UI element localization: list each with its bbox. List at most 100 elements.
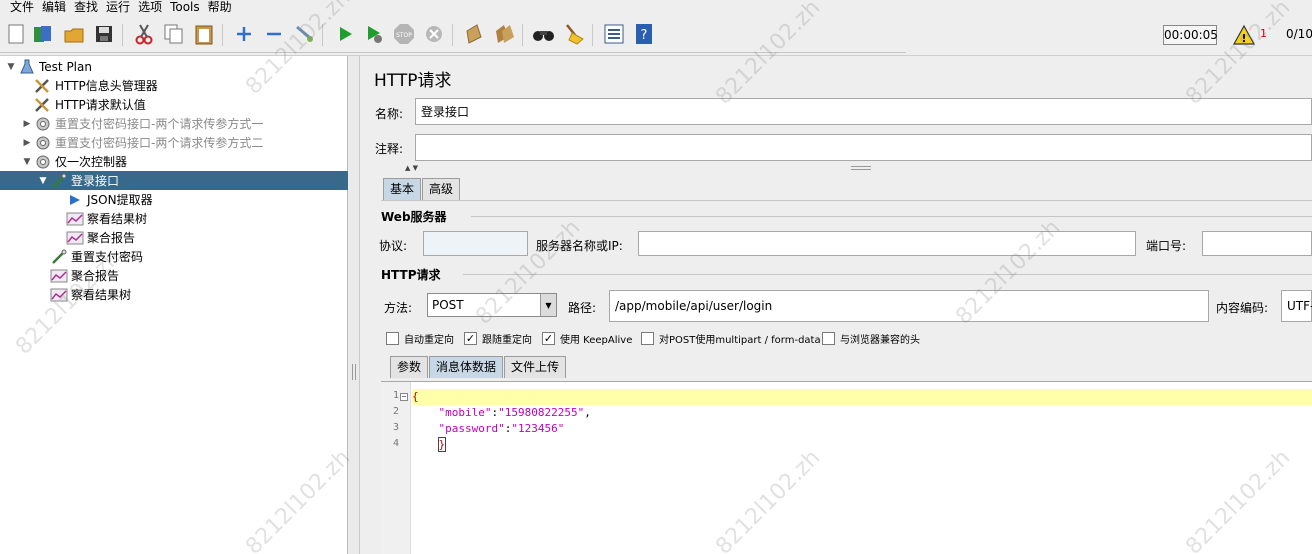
close-brace: } bbox=[437, 437, 447, 452]
divider-grip[interactable] bbox=[851, 166, 871, 170]
checkbox-box[interactable]: ✓ bbox=[464, 332, 477, 345]
method-select[interactable]: POST ▼ bbox=[427, 293, 557, 317]
tree-item[interactable]: 聚合报告 bbox=[0, 266, 348, 285]
tree-item[interactable]: 察看结果树 bbox=[0, 285, 348, 304]
tree-item[interactable]: 察看结果树 bbox=[0, 209, 348, 228]
code-line-4: } bbox=[412, 437, 1312, 453]
tree-item[interactable]: ▼ 登录接口 bbox=[0, 171, 348, 190]
templates-icon[interactable] bbox=[31, 22, 55, 46]
copy-icon[interactable] bbox=[162, 22, 186, 46]
cut-icon[interactable] bbox=[132, 22, 156, 46]
tree-toggle-icon[interactable]: ▶ bbox=[22, 119, 32, 129]
sampler-icon bbox=[50, 249, 68, 265]
menu-options[interactable]: 选项 bbox=[138, 0, 162, 14]
help-icon[interactable]: ? bbox=[632, 22, 656, 46]
elapsed-timer: 00:00:05 bbox=[1163, 25, 1218, 45]
save-icon[interactable] bbox=[92, 22, 116, 46]
collapse-icon[interactable] bbox=[262, 22, 286, 46]
tree-item[interactable]: HTTP请求默认值 bbox=[0, 95, 348, 114]
keepalive-checkbox[interactable]: ✓ 使用 KeepAlive bbox=[542, 331, 632, 346]
menu-help[interactable]: 帮助 bbox=[208, 0, 232, 14]
reset-search-icon[interactable] bbox=[562, 22, 586, 46]
follow-redirect-checkbox[interactable]: ✓ 跟随重定向 bbox=[464, 331, 532, 346]
tree-item[interactable]: ▶ 重置支付密码接口-两个请求传参方式二 bbox=[0, 133, 348, 152]
extractor-icon bbox=[66, 192, 84, 208]
code-line-1: { bbox=[412, 389, 1312, 405]
tab-body-data[interactable]: 消息体数据 bbox=[429, 356, 504, 378]
tree-item-label: 登录接口 bbox=[71, 174, 120, 188]
tree-item[interactable]: ▼ Test Plan bbox=[0, 57, 348, 76]
tree-item-label: HTTP信息头管理器 bbox=[55, 79, 158, 93]
stop-icon[interactable]: STOP bbox=[392, 22, 416, 46]
tree-item[interactable]: 聚合报告 bbox=[0, 228, 348, 247]
active-threads: 0/10 bbox=[1286, 27, 1312, 41]
search-icon[interactable] bbox=[532, 22, 556, 46]
toggle-icon[interactable] bbox=[292, 22, 316, 46]
test-plan-icon bbox=[18, 59, 36, 75]
tree-toggle-icon[interactable]: ▶ bbox=[22, 138, 32, 148]
checkbox-box[interactable] bbox=[386, 332, 399, 345]
fold-toggle-icon[interactable]: − bbox=[400, 393, 408, 401]
name-input[interactable]: 登录接口 bbox=[415, 98, 1312, 125]
encoding-input[interactable]: UTF- bbox=[1281, 290, 1312, 322]
controller-icon bbox=[34, 154, 52, 170]
tree-item[interactable]: JSON提取器 bbox=[0, 190, 348, 209]
tab-advanced[interactable]: 高级 bbox=[422, 178, 461, 200]
multipart-checkbox[interactable]: 对POST使用multipart / form-data bbox=[641, 331, 821, 346]
tree-toggle-icon[interactable]: ▼ bbox=[38, 176, 48, 186]
comment-label: 注释: bbox=[375, 142, 404, 156]
menu-tools[interactable]: Tools bbox=[170, 0, 200, 14]
tab-parameters[interactable]: 参数 bbox=[390, 356, 429, 378]
checkbox-box[interactable] bbox=[822, 332, 835, 345]
tree-item[interactable]: ▶ 重置支付密码接口-两个请求传参方式一 bbox=[0, 114, 348, 133]
menu-bar: 文件 编辑 查找 运行 选项 Tools 帮助 bbox=[0, 0, 1312, 14]
function-helper-icon[interactable] bbox=[602, 22, 626, 46]
paste-icon[interactable] bbox=[192, 22, 216, 46]
toolbar: STOP ? 00:00:05 ! 1 0/10 bbox=[0, 14, 1312, 56]
web-server-title: Web服务器 bbox=[381, 210, 447, 224]
server-input[interactable] bbox=[638, 231, 1136, 256]
body-tabs: 参数 消息体数据 文件上传 bbox=[390, 356, 567, 378]
menu-edit[interactable]: 编辑 bbox=[42, 0, 66, 14]
config-tabs: 基本 高级 bbox=[383, 178, 461, 200]
collapse-arrows[interactable]: ▲ ▼ bbox=[405, 164, 418, 172]
warning-icon[interactable]: ! bbox=[1232, 24, 1256, 46]
start-no-pause-icon[interactable] bbox=[362, 22, 386, 46]
browser-headers-checkbox[interactable]: 与浏览器兼容的头 bbox=[822, 331, 920, 346]
path-input[interactable]: /app/mobile/api/user/login bbox=[609, 290, 1209, 322]
menu-search[interactable]: 查找 bbox=[74, 0, 98, 14]
tree-item-label: 聚合报告 bbox=[71, 269, 120, 283]
clear-all-icon[interactable] bbox=[492, 22, 516, 46]
menu-file[interactable]: 文件 bbox=[10, 0, 34, 14]
tree-toggle-icon[interactable]: ▼ bbox=[22, 157, 32, 167]
auto-redirect-checkbox[interactable]: 自动重定向 bbox=[386, 331, 454, 346]
expand-icon[interactable] bbox=[232, 22, 256, 46]
new-icon[interactable] bbox=[4, 22, 28, 46]
http-request-section-title: HTTP请求 bbox=[381, 268, 441, 282]
tree-toggle-icon[interactable]: ▼ bbox=[6, 62, 16, 72]
tree-item[interactable]: ▼ 仅一次控制器 bbox=[0, 152, 348, 171]
shutdown-icon[interactable] bbox=[422, 22, 446, 46]
checkbox-box[interactable] bbox=[641, 332, 654, 345]
line-number: 3 bbox=[392, 422, 399, 433]
protocol-input[interactable] bbox=[423, 231, 528, 256]
chevron-down-icon[interactable]: ▼ bbox=[540, 294, 556, 316]
checkbox-box[interactable]: ✓ bbox=[542, 332, 555, 345]
http-request-panel: HTTP请求 名称: 登录接口 注释: ▲ ▼ 基本 高级 Web服务器 协议:… bbox=[361, 56, 1312, 554]
clear-icon[interactable] bbox=[462, 22, 486, 46]
open-icon[interactable] bbox=[62, 22, 86, 46]
menu-run[interactable]: 运行 bbox=[106, 0, 130, 14]
port-input[interactable] bbox=[1202, 231, 1312, 256]
comment-input[interactable] bbox=[415, 134, 1312, 161]
pane-splitter[interactable] bbox=[349, 56, 360, 554]
tab-file-upload[interactable]: 文件上传 bbox=[504, 356, 567, 378]
start-icon[interactable] bbox=[333, 22, 357, 46]
svg-text:?: ? bbox=[641, 28, 648, 43]
tree-item[interactable]: HTTP信息头管理器 bbox=[0, 76, 348, 95]
body-data-editor[interactable]: 1 2 3 4 − { "mobile":"15980822255", "pas… bbox=[381, 381, 1312, 554]
wrench-icon bbox=[34, 97, 52, 113]
json-value: "123456" bbox=[511, 422, 565, 435]
controller-icon bbox=[34, 135, 52, 151]
tab-basic[interactable]: 基本 bbox=[383, 178, 422, 200]
tree-item[interactable]: 重置支付密码 bbox=[0, 247, 348, 266]
